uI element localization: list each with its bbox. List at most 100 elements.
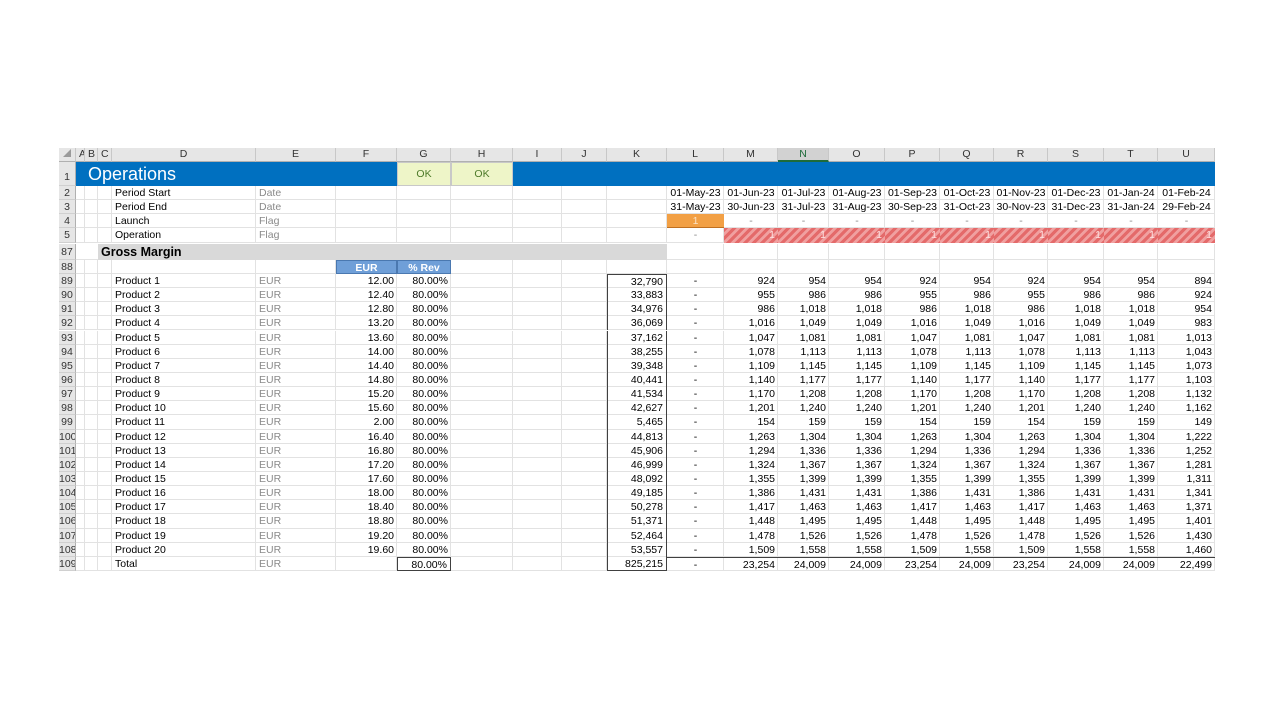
percent-revenue-input[interactable]: 80.00% xyxy=(397,274,451,288)
grid-cell[interactable] xyxy=(85,330,98,345)
monthly-value[interactable]: 1,145 xyxy=(1048,359,1104,373)
row-total[interactable]: 50,278 xyxy=(607,500,667,515)
monthly-value[interactable]: 1,431 xyxy=(1104,486,1158,500)
column-header-m[interactable]: M xyxy=(724,148,778,162)
timing-value[interactable]: 01-May-23 xyxy=(667,186,724,200)
grid-cell[interactable] xyxy=(451,443,513,458)
grid-cell[interactable] xyxy=(451,302,513,317)
percent-revenue-input[interactable]: 80.00% xyxy=(397,316,451,330)
monthly-value[interactable]: 1,417 xyxy=(994,500,1048,514)
price-input[interactable]: 17.60 xyxy=(336,472,397,486)
grid-cell[interactable] xyxy=(562,415,607,430)
monthly-value[interactable]: 1,016 xyxy=(994,316,1048,330)
monthly-value[interactable]: 1,208 xyxy=(829,387,885,401)
column-header-f[interactable]: F xyxy=(336,148,397,162)
product-name[interactable]: Product 3 xyxy=(112,302,256,316)
monthly-value[interactable]: 1,140 xyxy=(994,373,1048,387)
monthly-value[interactable]: 1,047 xyxy=(994,331,1048,345)
grid-cell[interactable] xyxy=(76,316,85,331)
row-total[interactable]: 49,185 xyxy=(607,486,667,501)
monthly-value[interactable]: 1,509 xyxy=(885,543,940,557)
monthly-value[interactable]: 24,009 xyxy=(778,556,829,571)
column-header-o[interactable]: O xyxy=(829,148,885,162)
monthly-value[interactable]: 1,341 xyxy=(1158,486,1215,500)
grid-cell[interactable] xyxy=(451,186,513,201)
monthly-value[interactable]: 1,177 xyxy=(778,373,829,387)
row-label[interactable]: Period Start xyxy=(112,186,256,200)
grid-cell[interactable] xyxy=(85,228,98,243)
monthly-value[interactable]: 1,109 xyxy=(994,359,1048,373)
product-name[interactable]: Product 11 xyxy=(112,415,256,429)
column-header-n[interactable]: N xyxy=(778,148,829,162)
grid-cell[interactable] xyxy=(562,302,607,317)
monthly-value[interactable]: - xyxy=(667,430,724,444)
monthly-value[interactable]: 1,367 xyxy=(778,458,829,472)
grid-cell[interactable] xyxy=(451,556,513,572)
timing-value[interactable]: 01-Nov-23 xyxy=(994,186,1048,200)
grid-cell[interactable] xyxy=(562,200,607,215)
monthly-value[interactable]: 1,417 xyxy=(724,500,778,514)
grid-cell[interactable] xyxy=(98,259,112,274)
row-label[interactable]: Period End xyxy=(112,200,256,214)
monthly-value[interactable]: - xyxy=(667,415,724,429)
percent-revenue-input[interactable]: 80.00% xyxy=(397,543,451,557)
timing-value[interactable]: - xyxy=(994,214,1048,228)
grid-cell[interactable] xyxy=(562,472,607,487)
grid-cell[interactable] xyxy=(98,302,112,317)
grid-cell[interactable] xyxy=(513,372,562,388)
row-label[interactable]: Operation xyxy=(112,228,256,242)
monthly-value[interactable]: 1,495 xyxy=(829,514,885,528)
grid-cell[interactable] xyxy=(98,415,112,430)
row-header[interactable]: 4 xyxy=(59,214,76,229)
monthly-value[interactable]: 1,049 xyxy=(778,316,829,330)
row-header[interactable]: 101 xyxy=(59,443,76,458)
monthly-value[interactable]: 1,240 xyxy=(778,401,829,415)
monthly-value[interactable]: 1,049 xyxy=(1104,316,1158,330)
grid-cell[interactable] xyxy=(98,472,112,487)
timing-value[interactable]: 1 xyxy=(1048,228,1104,243)
grid-cell[interactable] xyxy=(562,556,607,572)
grid-cell[interactable] xyxy=(76,344,85,359)
row-header[interactable]: 105 xyxy=(59,500,76,515)
monthly-value[interactable]: 1,263 xyxy=(885,430,940,444)
row-header[interactable]: 100 xyxy=(59,429,76,444)
grid-cell[interactable] xyxy=(76,415,85,430)
monthly-value[interactable]: 1,367 xyxy=(829,458,885,472)
monthly-value[interactable]: 954 xyxy=(778,274,829,288)
grid-cell[interactable] xyxy=(513,528,562,543)
row-total[interactable]: 33,883 xyxy=(607,288,667,303)
monthly-value[interactable]: 1,495 xyxy=(778,514,829,528)
monthly-value[interactable]: 24,009 xyxy=(829,556,885,571)
unit-label[interactable]: EUR xyxy=(256,359,336,373)
grid-cell[interactable] xyxy=(513,186,562,201)
monthly-value[interactable]: 1,509 xyxy=(994,543,1048,557)
grid-cell[interactable] xyxy=(940,243,994,260)
grid-cell[interactable] xyxy=(76,514,85,529)
grid-cell[interactable] xyxy=(513,302,562,317)
price-input[interactable]: 18.40 xyxy=(336,500,397,514)
monthly-value[interactable]: - xyxy=(667,458,724,472)
row-header[interactable]: 5 xyxy=(59,228,76,243)
monthly-value[interactable]: 159 xyxy=(778,415,829,429)
grid-cell[interactable] xyxy=(98,500,112,515)
monthly-value[interactable]: 22,499 xyxy=(1158,556,1215,571)
monthly-value[interactable]: - xyxy=(667,387,724,401)
monthly-value[interactable]: 986 xyxy=(724,302,778,316)
row-total[interactable]: 825,215 xyxy=(607,556,667,572)
grid-cell[interactable] xyxy=(98,214,112,229)
row-header[interactable]: 3 xyxy=(59,200,76,215)
timing-value[interactable]: 31-Jul-23 xyxy=(778,200,829,214)
grid-cell[interactable] xyxy=(451,542,513,557)
monthly-value[interactable]: - xyxy=(667,331,724,345)
monthly-value[interactable]: 954 xyxy=(829,274,885,288)
grid-cell[interactable] xyxy=(336,556,397,572)
unit-label[interactable]: EUR xyxy=(256,387,336,401)
monthly-value[interactable]: 1,170 xyxy=(885,387,940,401)
monthly-value[interactable]: 1,281 xyxy=(1158,458,1215,472)
monthly-value[interactable]: 1,081 xyxy=(778,331,829,345)
percent-revenue-input[interactable]: 80.00% xyxy=(397,401,451,415)
monthly-value[interactable]: 1,463 xyxy=(829,500,885,514)
grid-cell[interactable] xyxy=(562,288,607,303)
grid-cell[interactable] xyxy=(98,457,112,472)
unit-label[interactable]: EUR xyxy=(256,472,336,486)
